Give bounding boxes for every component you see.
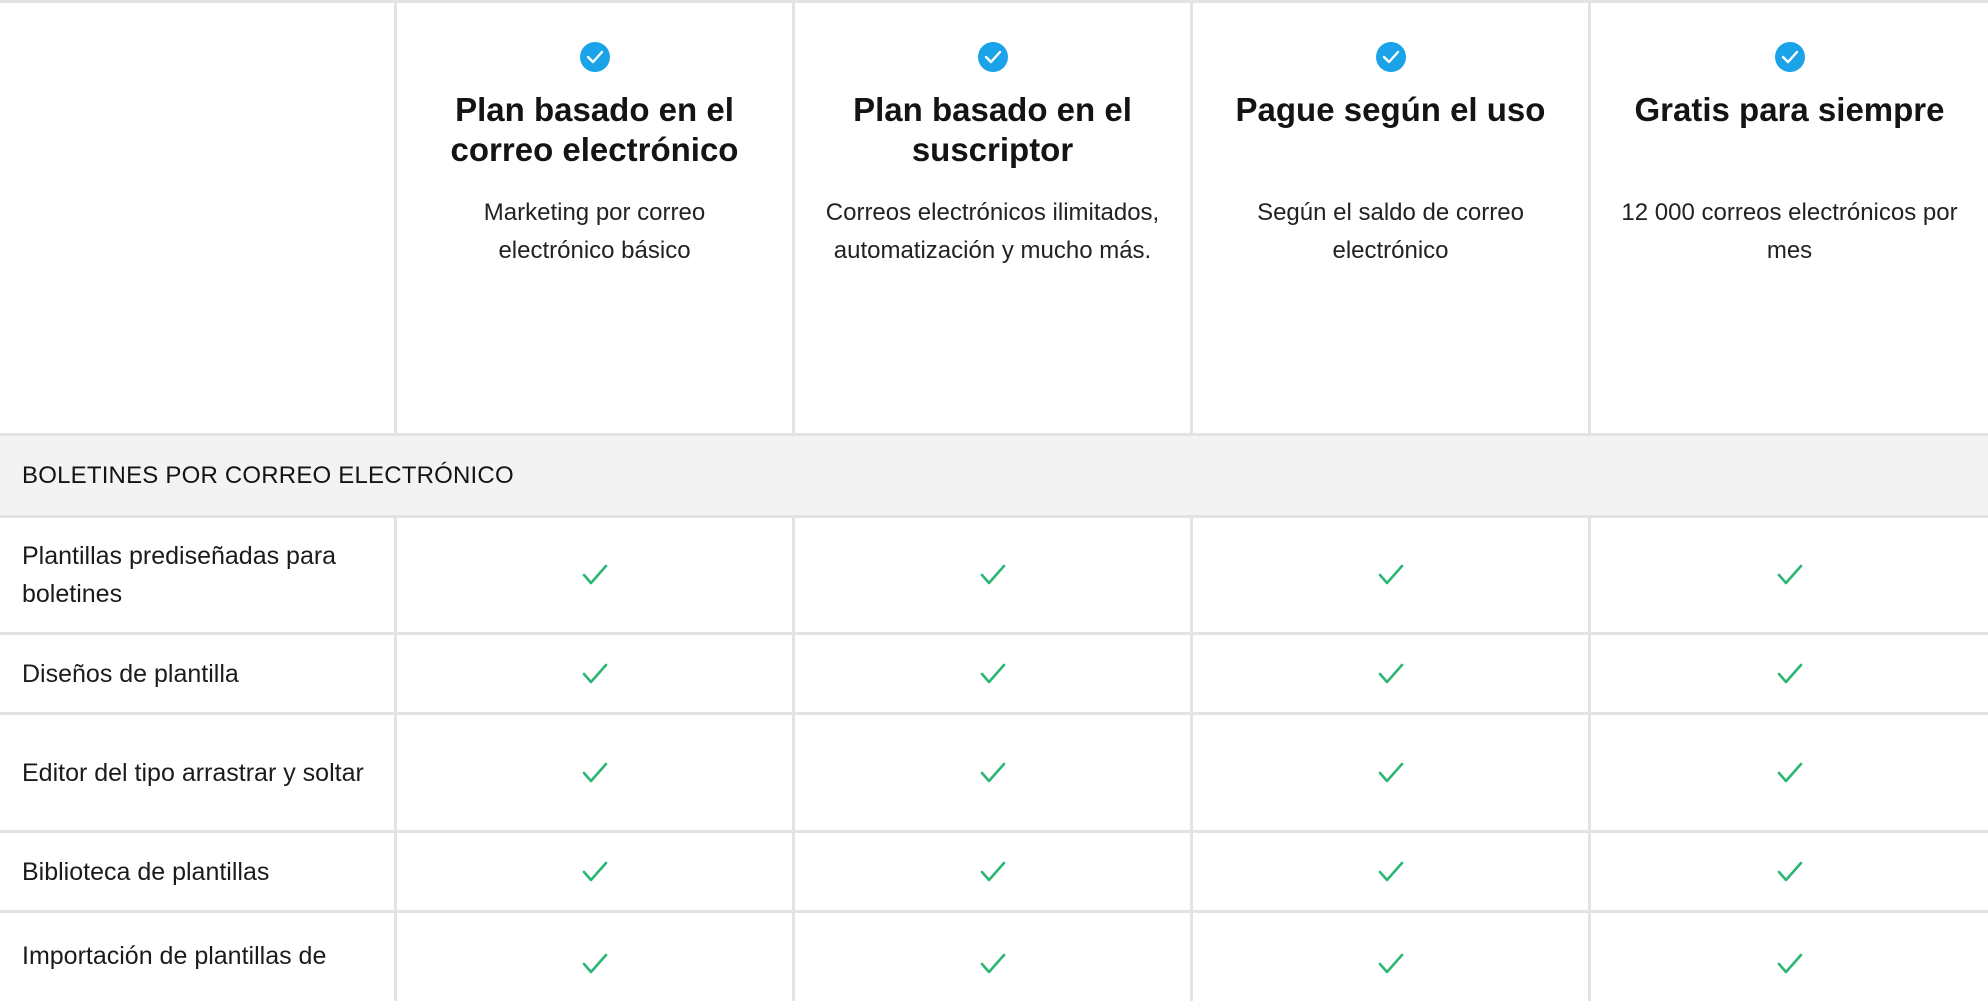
checkmark-icon: [1378, 861, 1403, 881]
feature-check-cell: [1591, 518, 1988, 632]
checkmark-icon: [582, 663, 607, 683]
plan-title: Plan basado en el suscriptor: [853, 91, 1132, 168]
section-title: BOLETINES POR CORREO ELECTRÓNICO: [22, 461, 514, 489]
check-circle-icon: [579, 42, 610, 72]
feature-label: Importación de plantillas de: [0, 913, 397, 1001]
feature-check-cell: [795, 715, 1193, 830]
feature-check-cell: [1591, 715, 1988, 830]
feature-check-cell: [1591, 913, 1988, 1001]
checkmark-icon: [1777, 953, 1802, 974]
feature-check-cell: [795, 913, 1193, 1001]
feature-check-cell: [1591, 833, 1988, 910]
checkmark-icon: [980, 663, 1005, 683]
feature-check-cell: [795, 833, 1193, 910]
feature-check-cell: [1591, 635, 1988, 712]
check-circle-icon: [1774, 42, 1805, 72]
check-circle-icon: [1375, 42, 1406, 72]
feature-label: Editor del tipo arrastrar y soltar: [0, 715, 397, 830]
plans-header-row: Plan basado en el correo electrónico Mar…: [0, 0, 1988, 436]
plan-title: Pague según el uso: [1235, 91, 1546, 128]
checkmark-icon: [582, 762, 607, 782]
plan-column-email: Plan basado en el correo electrónico Mar…: [397, 3, 795, 433]
checkmark-icon: [582, 953, 607, 974]
checkmark-icon: [1378, 953, 1403, 974]
checkmark-icon: [1378, 762, 1403, 782]
feature-check-cell: [397, 715, 795, 830]
pricing-comparison-table: Plan basado en el correo electrónico Mar…: [0, 0, 1988, 1001]
feature-check-cell: [1193, 635, 1591, 712]
feature-check-cell: [795, 518, 1193, 632]
checkmark-icon: [980, 564, 1005, 585]
feature-check-cell: [1193, 518, 1591, 632]
plan-column-subscriber: Plan basado en el suscriptor Correos ele…: [795, 3, 1193, 433]
plan-description: Según el saldo de correo electrónico: [1257, 199, 1524, 264]
checkmark-icon: [980, 953, 1005, 974]
feature-check-cell: [397, 635, 795, 712]
checkmark-icon: [1777, 663, 1802, 683]
plan-column-pay-as-you-go: Pague según el uso Según el saldo de cor…: [1193, 3, 1591, 433]
header-empty-cell: [0, 3, 397, 433]
feature-row: Biblioteca de plantillas: [0, 833, 1988, 913]
plan-description: Marketing por correo electrónico básico: [483, 199, 706, 264]
check-circle-icon: [977, 42, 1008, 72]
plan-title: Plan basado en el correo electrónico: [450, 91, 739, 168]
feature-check-cell: [1193, 833, 1591, 910]
plan-description: Correos electrónicos ilimitados, automat…: [825, 199, 1160, 264]
feature-check-cell: [397, 913, 795, 1001]
checkmark-icon: [1378, 663, 1403, 683]
checkmark-icon: [582, 861, 607, 881]
feature-label: Diseños de plantilla: [0, 635, 397, 712]
feature-check-cell: [1193, 715, 1591, 830]
feature-check-cell: [795, 635, 1193, 712]
feature-label: Biblioteca de plantillas: [0, 833, 397, 910]
checkmark-icon: [1378, 564, 1403, 585]
feature-label: Plantillas prediseñadas para boletines: [0, 518, 397, 632]
checkmark-icon: [1777, 861, 1802, 881]
feature-check-cell: [1193, 913, 1591, 1001]
feature-row: Editor del tipo arrastrar y soltar: [0, 715, 1988, 833]
checkmark-icon: [1777, 762, 1802, 782]
checkmark-icon: [980, 861, 1005, 881]
feature-row: Diseños de plantilla: [0, 635, 1988, 715]
plan-column-free: Gratis para siempre 12 000 correos elect…: [1591, 3, 1988, 433]
checkmark-icon: [980, 762, 1005, 782]
plan-description: 12 000 correos electrónicos por mes: [1621, 199, 1958, 264]
checkmark-icon: [1777, 564, 1802, 585]
feature-check-cell: [397, 518, 795, 632]
feature-check-cell: [397, 833, 795, 910]
feature-row: Importación de plantillas de: [0, 913, 1988, 1001]
feature-row: Plantillas prediseñadas para boletines: [0, 518, 1988, 635]
plan-title: Gratis para siempre: [1634, 91, 1945, 128]
section-header-row: BOLETINES POR CORREO ELECTRÓNICO: [0, 436, 1988, 518]
checkmark-icon: [582, 564, 607, 585]
